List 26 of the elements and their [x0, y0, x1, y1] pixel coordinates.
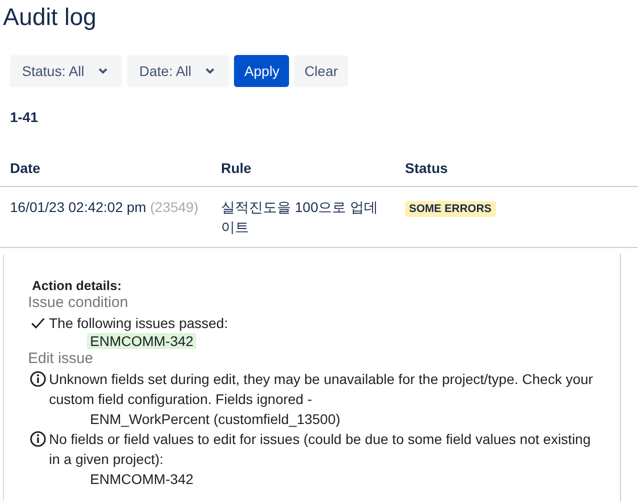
apply-button[interactable]: Apply [234, 55, 290, 87]
page-title: Audit log [3, 4, 98, 32]
log-message: Unknown fields set during edit, they may be unavailable for the project/type. Check your custom field configuration. Fields ignored - [49, 370, 594, 409]
check-icon [30, 315, 46, 331]
log-message: No fields or field values to edit for issues (could be due to some field values not existing in a given project): [49, 430, 592, 469]
column-header: Date [10, 160, 40, 176]
column-header: Rule [221, 160, 252, 176]
section-title: Issue condition [28, 293, 130, 313]
section-title: Edit issue [28, 349, 94, 369]
clear-button[interactable]: Clear [294, 55, 348, 87]
filter-dropdown[interactable]: Status: All [10, 55, 122, 87]
status-lozenge: SOME ERRORS [405, 201, 496, 217]
info-icon [30, 431, 46, 447]
caret-icon [205, 67, 216, 75]
caret-icon [98, 67, 108, 75]
rule-cell: 실적진도을 100으로 업데이트 [221, 199, 378, 235]
info-icon [30, 371, 46, 387]
details-heading: Action details: [32, 278, 123, 293]
issue-key: ENMCOMM-342 [87, 333, 196, 349]
log-message: The following issues passed: [49, 314, 228, 333]
column-header: Status [405, 160, 448, 176]
date-cell: 16/01/23 02:42:02 pm (23549) [10, 199, 198, 215]
field-value: ENM_WorkPercent (customfield_13500) [90, 411, 340, 427]
field-value: ENMCOMM-342 [90, 471, 194, 487]
result-range: 1-41 [10, 109, 40, 125]
filter-dropdown[interactable]: Date: All [127, 55, 230, 87]
